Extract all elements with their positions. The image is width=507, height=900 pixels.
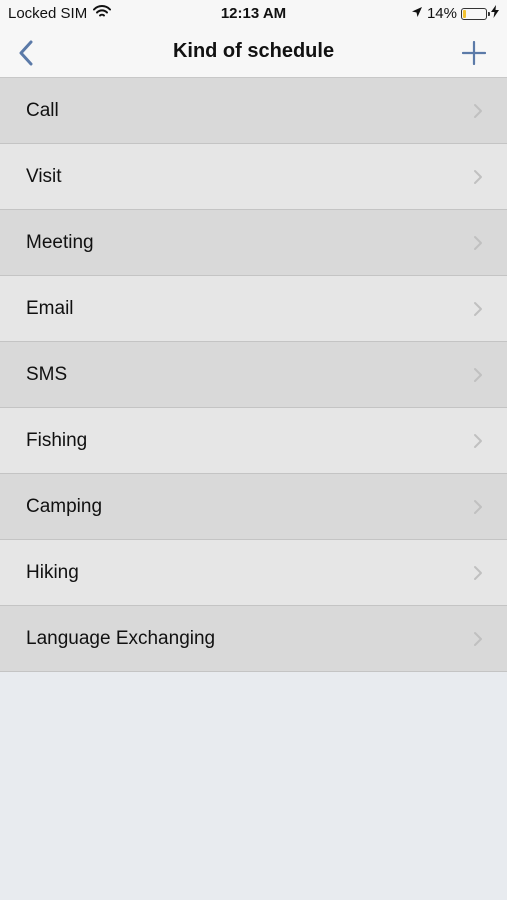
- status-bar: Locked SIM 12:13 AM 14%: [0, 0, 507, 28]
- navigation-bar: Kind of schedule: [0, 28, 507, 78]
- list-item-email[interactable]: Email: [0, 276, 507, 342]
- charging-bolt-icon: [491, 5, 499, 22]
- chevron-right-icon: [474, 169, 482, 184]
- list-item-label: Call: [26, 99, 59, 121]
- chevron-right-icon: [474, 499, 482, 514]
- list-item-visit[interactable]: Visit: [0, 144, 507, 210]
- list-item-label: Email: [26, 297, 74, 319]
- status-right: 14%: [411, 5, 499, 22]
- list-item-meeting[interactable]: Meeting: [0, 210, 507, 276]
- chevron-right-icon: [474, 631, 482, 646]
- list-item-label: Visit: [26, 165, 62, 187]
- chevron-right-icon: [474, 367, 482, 382]
- list-item-label: Fishing: [26, 429, 88, 451]
- schedule-kind-list: Call Visit Meeting Email SMS Fishing Cam…: [0, 78, 507, 672]
- list-item-camping[interactable]: Camping: [0, 474, 507, 540]
- battery-level: [463, 9, 466, 18]
- plus-icon: [462, 41, 486, 65]
- battery-icon: [461, 7, 490, 20]
- add-button[interactable]: [459, 38, 489, 68]
- list-item-hiking[interactable]: Hiking: [0, 540, 507, 606]
- chevron-right-icon: [474, 235, 482, 250]
- chevron-right-icon: [474, 433, 482, 448]
- list-item-label: Camping: [26, 495, 103, 517]
- location-arrow-icon: [411, 5, 423, 22]
- list-item-label: SMS: [26, 363, 68, 385]
- list-item-language-exchanging[interactable]: Language Exchanging: [0, 606, 507, 672]
- list-item-label: Meeting: [26, 231, 94, 253]
- list-item-fishing[interactable]: Fishing: [0, 408, 507, 474]
- chevron-right-icon: [474, 565, 482, 580]
- battery-percent: 14%: [426, 5, 457, 22]
- list-item-sms[interactable]: SMS: [0, 342, 507, 408]
- chevron-right-icon: [474, 103, 482, 118]
- list-item-label: Language Exchanging: [26, 627, 216, 649]
- chevron-right-icon: [474, 301, 482, 316]
- list-item-label: Hiking: [26, 561, 79, 583]
- list-item-call[interactable]: Call: [0, 78, 507, 144]
- page-title: Kind of schedule: [172, 40, 335, 62]
